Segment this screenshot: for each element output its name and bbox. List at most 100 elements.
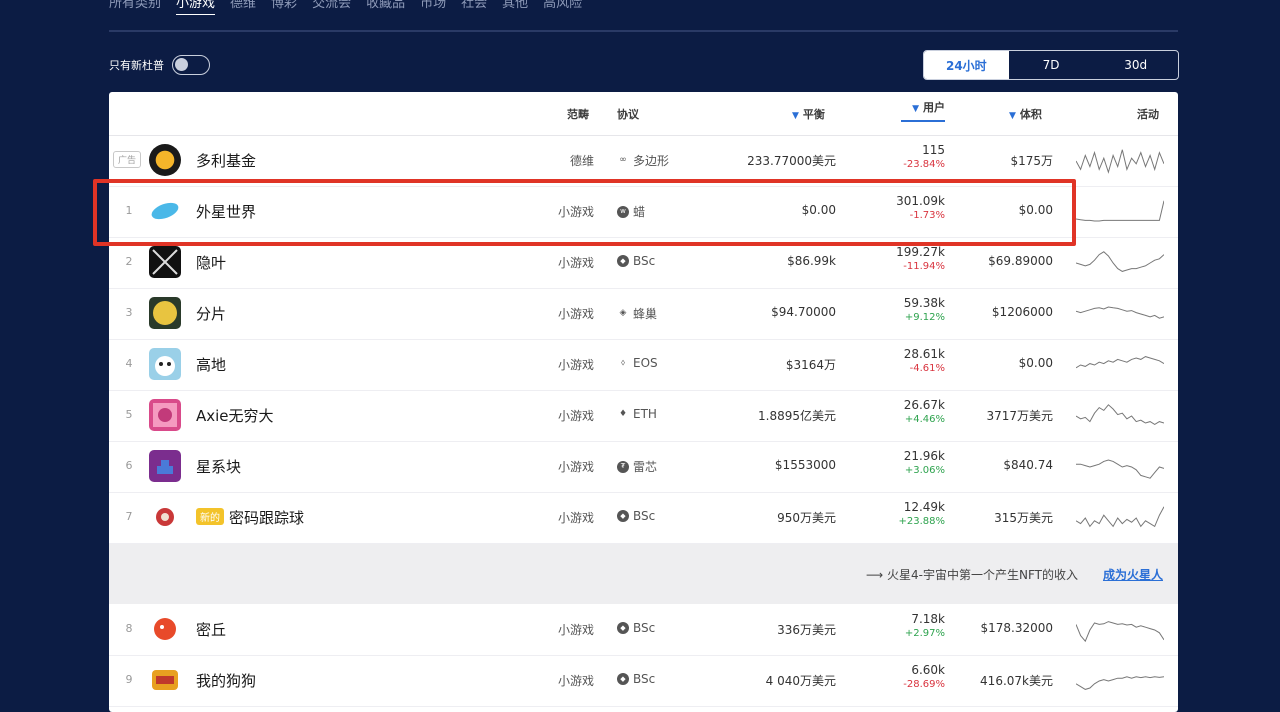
dapp-category: 小游戏: [557, 409, 594, 423]
dapp-protocol: ◆ BSc: [617, 672, 655, 686]
dapp-volume: $175万: [1010, 154, 1053, 168]
users-count: 26.67k: [903, 398, 945, 412]
dapp-name[interactable]: 分片: [196, 303, 226, 324]
bsc-icon: ◆: [617, 255, 629, 267]
dapp-logo: [149, 664, 181, 696]
dapp-name[interactable]: 高地: [196, 354, 226, 375]
users-count: 7.18k: [911, 612, 945, 626]
dapp-name[interactable]: 我的狗狗: [196, 670, 256, 691]
users-change: +23.88%: [898, 516, 945, 527]
highlight-box: [93, 179, 1076, 246]
users-count: 115: [922, 143, 945, 157]
nav-item[interactable]: 所有类别: [109, 0, 161, 15]
users-change: +9.12%: [904, 312, 945, 323]
activity-sparkline: [1076, 251, 1164, 272]
dapp-balance: $1553000: [774, 458, 836, 472]
table-row[interactable]: 9 我的狗狗 小游戏 ◆ BSc 4 040万美元 6.60k -28.69% 416.07k美…: [109, 655, 1178, 707]
activity-sparkline: [1076, 506, 1164, 528]
header-volume-label: 体积: [1019, 108, 1042, 121]
activity-sparkline: [1076, 404, 1164, 425]
nav-item[interactable]: 德维: [230, 0, 256, 15]
protocol-label: BSc: [633, 509, 656, 523]
dapp-name[interactable]: 新的 密码跟踪球: [196, 507, 304, 528]
dapp-protocol: ₮ 雷芯: [617, 458, 657, 475]
nav-item[interactable]: 小游戏: [176, 0, 216, 15]
activity-sparkline: [1076, 200, 1164, 222]
users-count: 21.96k: [903, 449, 945, 463]
dapp-name-label: 高地: [196, 356, 227, 374]
dapp-balance: $94.70000: [771, 305, 836, 319]
dapp-name[interactable]: 多利基金: [196, 150, 256, 171]
dapp-volume: $178.32000: [980, 621, 1053, 635]
dapp-category: 小游戏: [557, 674, 594, 688]
ad-badge: 广告: [113, 151, 142, 168]
nav-item[interactable]: 博彩: [271, 0, 297, 15]
dapp-volume: 315万美元: [994, 511, 1053, 525]
promo-text-label: 火星4-宇宙中第一个产生NFT的收入: [887, 568, 1078, 582]
eth-icon: ♦: [618, 408, 628, 419]
dapp-protocol: ◆ BSc: [617, 254, 655, 268]
dapp-name[interactable]: Axie无穷大: [196, 405, 274, 426]
dapp-category: 德维: [569, 154, 594, 168]
hive-icon: ◈: [619, 308, 627, 318]
activity-sparkline: [1076, 459, 1164, 479]
dapp-name[interactable]: 隐叶: [196, 252, 226, 273]
dapp-protocol: ⬨ EOS: [617, 356, 658, 370]
dapp-balance: $86.99k: [787, 254, 836, 268]
nav-item[interactable]: 其他: [502, 0, 528, 15]
time-range-selector: 24小时 7D 30d: [923, 50, 1179, 80]
protocol-label: BSc: [633, 621, 656, 635]
nav-divider: [109, 30, 1178, 32]
header-category[interactable]: 范畴: [567, 106, 589, 122]
header-volume[interactable]: ▼ 体积: [1009, 106, 1042, 122]
protocol-label: BSc: [633, 672, 656, 686]
only-new-toggle[interactable]: [172, 55, 210, 75]
dapp-category: 小游戏: [557, 623, 594, 637]
table-row[interactable]: 8 密丘 小游戏 ◆ BSc 336万美元 7.18k +2.97% $178.32000: [109, 604, 1178, 656]
users-count: 12.49k: [903, 500, 945, 514]
table-row[interactable]: 4 高地 小游戏 ⬨ EOS $3164万 28.61k -4.61% $0.00: [109, 339, 1178, 391]
range-24h-button[interactable]: 24小时: [924, 51, 1009, 79]
nav-item[interactable]: 交流会: [312, 0, 351, 15]
dapp-name[interactable]: 密丘: [196, 619, 226, 640]
become-martian-link[interactable]: 成为火星人: [1103, 566, 1163, 583]
dapp-category: 小游戏: [557, 256, 594, 270]
table-row[interactable]: 6 星系块 小游戏 ₮ 雷芯 $1553000 21.96k +3.06% $840.74: [109, 441, 1178, 493]
dapp-volume: $1206000: [991, 305, 1053, 319]
activity-sparkline: [1076, 149, 1164, 174]
range-30d-button[interactable]: 30d: [1093, 51, 1178, 79]
row-rank: 9: [125, 673, 133, 686]
header-users[interactable]: ▼ 用户: [901, 99, 945, 122]
row-rank: 7: [125, 510, 133, 523]
range-7d-button[interactable]: 7D: [1009, 51, 1094, 79]
nav-item[interactable]: 收藏品: [366, 0, 405, 15]
only-new-filter: 只有新杜普: [109, 55, 210, 75]
only-new-label: 只有新杜普: [109, 59, 164, 72]
header-users-label: 用户: [923, 101, 945, 114]
arrow-right-icon: ⟶: [866, 568, 888, 582]
activity-sparkline: [1076, 676, 1164, 690]
dapp-name[interactable]: 星系块: [196, 456, 241, 477]
table-row[interactable]: 5 Axie无穷大 小游戏 ♦ ETH 1.8895亿美元 26.67k +4.46% 3717…: [109, 390, 1178, 442]
dapp-volume: 3717万美元: [986, 409, 1053, 423]
table-row[interactable]: 7 新的 密码跟踪球 小游戏 ◆ BSc 950万美元 12.49k +23.88% 315万美元: [109, 492, 1178, 544]
nav-item[interactable]: 社会: [461, 0, 487, 15]
protocol-label: 多边形: [633, 154, 670, 168]
header-balance[interactable]: ▼ 平衡: [792, 106, 825, 122]
nav-item[interactable]: 市场: [420, 0, 446, 15]
nav-item[interactable]: 高风险: [543, 0, 582, 15]
dapp-protocol: ◆ BSc: [617, 509, 655, 523]
dapp-balance: 1.8895亿美元: [758, 409, 836, 423]
dapp-name-label: 星系块: [196, 458, 242, 476]
users-change: -4.61%: [909, 363, 945, 374]
activity-sparkline: [1076, 306, 1164, 319]
header-protocol[interactable]: 协议: [617, 106, 639, 122]
dapp-name-label: Axie无穷大: [196, 407, 274, 425]
dapp-name-label: 隐叶: [196, 254, 227, 272]
category-nav: 所有类别 小游戏 德维 博彩 交流会 收藏品 市场 社会 其他 高风险: [109, 0, 597, 15]
dapp-users: 59.38k +9.12%: [904, 295, 945, 324]
users-change: +2.97%: [904, 628, 945, 639]
protocol-label: EOS: [633, 356, 658, 370]
dapp-users: 7.18k +2.97%: [905, 611, 945, 640]
table-row[interactable]: 3 分片 小游戏 ◈ 蜂巢 $94.70000 59.38k +9.12% $1206000: [109, 288, 1178, 340]
